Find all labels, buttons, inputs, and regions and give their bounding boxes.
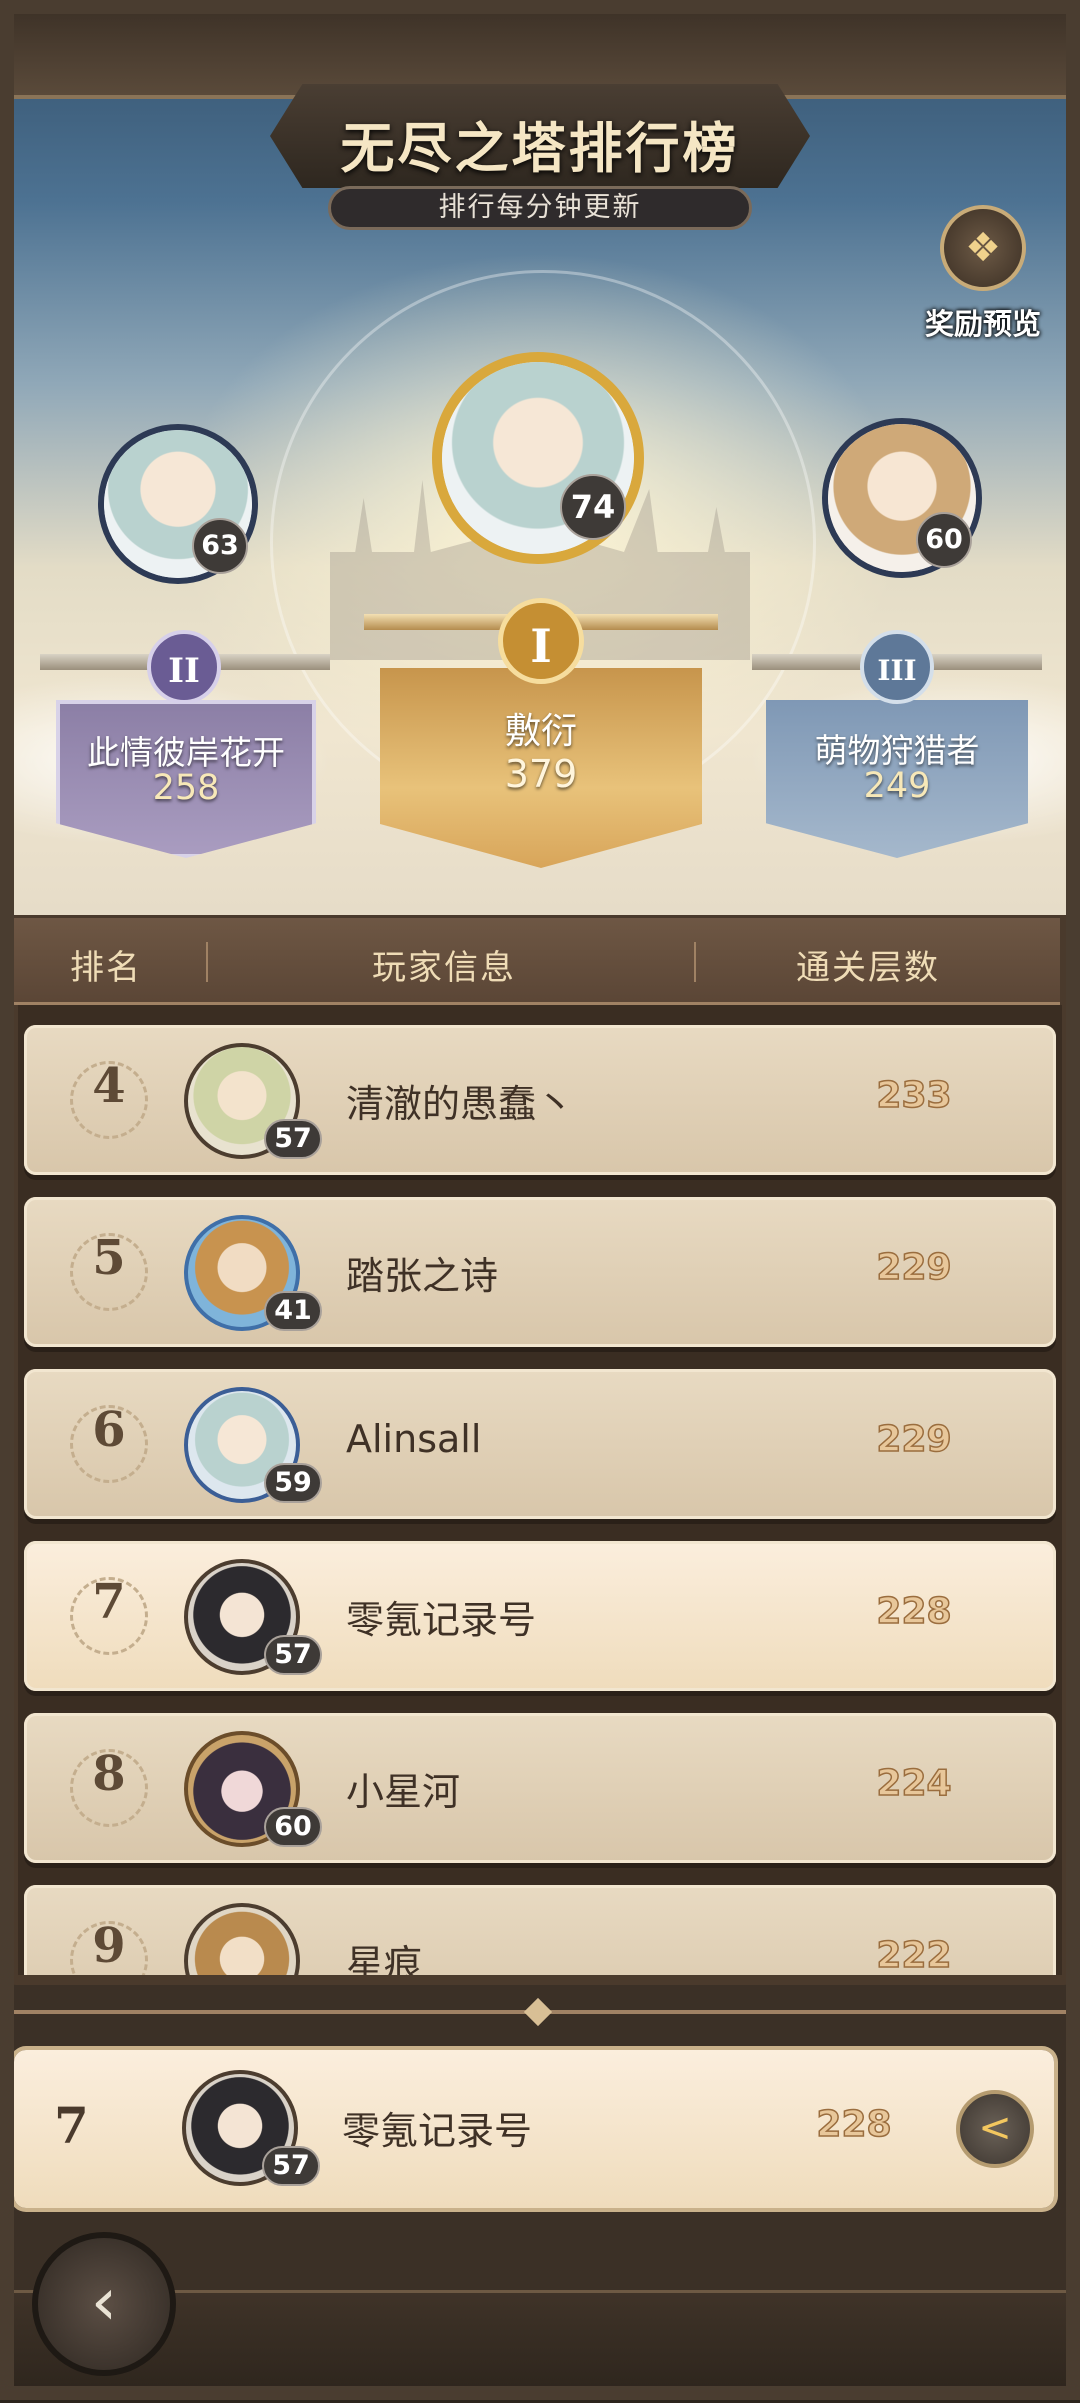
row-rank: 4 xyxy=(92,1058,126,1114)
row-rank: 8 xyxy=(92,1746,126,1802)
ranking-row-current-player[interactable]: 7 57 零氪记录号 228 xyxy=(24,1541,1056,1691)
second-place-name: 此情彼岸花开 xyxy=(87,733,285,772)
column-player-info: 玩家信息 xyxy=(372,948,516,988)
row-rank: 5 xyxy=(92,1230,126,1286)
first-place-name: 敷衍 xyxy=(504,711,577,752)
player-level: 59 xyxy=(264,1463,322,1503)
third-place-name: 萌物狩猎者 xyxy=(814,731,980,770)
second-place-level: 63 xyxy=(192,518,248,574)
divider-ornament xyxy=(523,1997,553,2027)
player-avatar xyxy=(184,1903,300,1975)
page-title: 无尽之塔排行榜 xyxy=(340,117,740,180)
third-place-score: 249 xyxy=(863,766,931,806)
first-place-medal: I xyxy=(498,598,584,684)
my-rank: 7 xyxy=(54,2096,89,2155)
my-floors-cleared: 228 xyxy=(816,2103,893,2146)
share-icon[interactable]: < xyxy=(956,2090,1034,2168)
second-place-score: 258 xyxy=(152,768,220,808)
player-name: 清澈的愚蠢丶 xyxy=(346,1082,575,1126)
treasure-chest-icon: ❖ xyxy=(940,205,1026,291)
ranking-row[interactable]: 6 59 Alinsall 229 xyxy=(24,1369,1056,1519)
row-rank: 9 xyxy=(92,1918,126,1974)
player-level: 60 xyxy=(264,1807,322,1847)
my-ranking-row[interactable]: 7 57 零氪记录号 228 < xyxy=(14,2050,1054,2208)
player-name: Alinsall xyxy=(346,1417,482,1461)
player-name: 小星河 xyxy=(346,1770,461,1814)
row-rank: 6 xyxy=(92,1402,126,1458)
second-place-medal: II xyxy=(147,630,221,704)
player-name: 踏张之诗 xyxy=(346,1254,499,1298)
floors-cleared: 224 xyxy=(876,1762,953,1805)
back-arrow-icon[interactable]: ‹ xyxy=(32,2232,176,2376)
player-level: 41 xyxy=(264,1291,322,1331)
ranking-list[interactable]: 4 57 清澈的愚蠢丶 233 5 41 踏张之诗 229 6 59 Alins… xyxy=(18,1005,1062,1975)
floors-cleared: 228 xyxy=(876,1590,953,1633)
my-level: 57 xyxy=(262,2146,320,2186)
ranking-row[interactable]: 4 57 清澈的愚蠢丶 233 xyxy=(24,1025,1056,1175)
floors-cleared: 222 xyxy=(876,1934,953,1975)
ranking-row[interactable]: 9 星痕 222 xyxy=(24,1885,1056,1975)
column-floors-cleared: 通关层数 xyxy=(796,948,940,988)
player-level: 57 xyxy=(264,1119,322,1159)
column-rank: 排名 xyxy=(70,948,142,988)
player-name: 零氪记录号 xyxy=(346,1598,537,1642)
ranking-list-header: 排名 玩家信息 通关层数 xyxy=(10,918,1060,1005)
floors-cleared: 229 xyxy=(876,1246,953,1289)
player-level: 57 xyxy=(264,1635,322,1675)
column-divider xyxy=(694,942,696,982)
first-place-score: 379 xyxy=(504,752,578,796)
floors-cleared: 229 xyxy=(876,1418,953,1461)
update-notice: 排行每分钟更新 xyxy=(328,186,752,230)
first-place-level: 74 xyxy=(560,474,626,540)
player-name: 星痕 xyxy=(346,1942,423,1975)
row-rank: 7 xyxy=(92,1574,126,1630)
third-place-medal: III xyxy=(860,630,934,704)
floors-cleared: 233 xyxy=(876,1074,953,1117)
reward-preview-button[interactable]: ❖ 奖励预览 xyxy=(918,205,1048,345)
ranking-row[interactable]: 8 60 小星河 224 xyxy=(24,1713,1056,1863)
third-place-level: 60 xyxy=(916,512,972,568)
reward-preview-label: 奖励预览 xyxy=(924,307,1041,341)
column-divider xyxy=(206,942,208,982)
my-name: 零氪记录号 xyxy=(342,2109,533,2153)
ranking-row[interactable]: 5 41 踏张之诗 229 xyxy=(24,1197,1056,1347)
